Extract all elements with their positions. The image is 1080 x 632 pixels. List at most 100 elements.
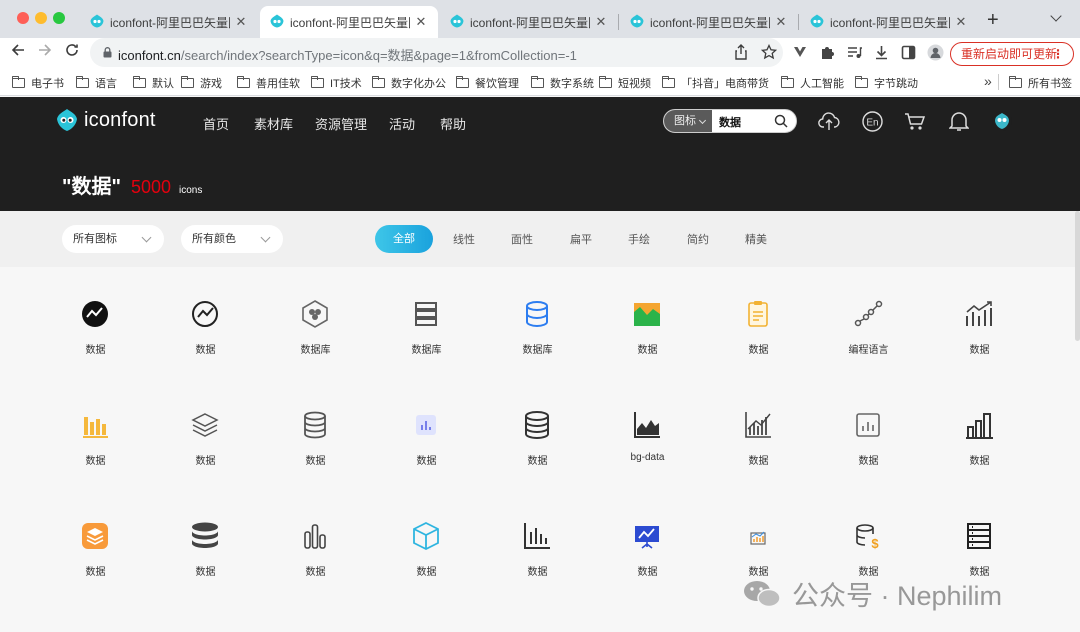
style-filter-chip[interactable]: 精美	[745, 231, 767, 247]
page-scrollbar[interactable]	[1075, 211, 1080, 341]
tab-2[interactable]: iconfont-阿里巴巴矢量图标库 ✕	[260, 6, 438, 38]
watermark: 公众号 · Nephilim	[742, 574, 1002, 613]
icon-card[interactable]: 数据	[371, 409, 482, 509]
icon-card[interactable]: 数据	[703, 409, 814, 509]
media-queue-icon[interactable]	[847, 46, 862, 59]
bookmark-folder[interactable]: 游戏	[181, 75, 222, 91]
icon-card[interactable]: 数据	[924, 409, 1035, 509]
style-filter-chip[interactable]: 线性	[453, 231, 475, 247]
side-panel-icon[interactable]	[901, 45, 916, 60]
style-filter-chip[interactable]: 面性	[511, 231, 533, 247]
icon-card[interactable]: 编程语言	[813, 298, 924, 398]
extensions-puzzle-icon[interactable]	[820, 45, 835, 60]
bookmark-star-icon[interactable]	[761, 44, 777, 60]
notification-bell-icon[interactable]	[949, 111, 969, 132]
list-table-icon	[967, 523, 991, 549]
nav-item[interactable]: 素材库	[254, 114, 293, 133]
search-icon[interactable]	[774, 114, 788, 128]
tab-close-icon[interactable]: ✕	[414, 14, 428, 30]
nav-item[interactable]: 活动	[389, 114, 415, 133]
minimize-window-button[interactable]	[35, 12, 47, 24]
bookmark-folder[interactable]: 电子书	[12, 75, 64, 91]
bookmark-folder[interactable]: 善用佳软	[237, 75, 300, 91]
wechat-icon	[744, 580, 781, 607]
address-bar[interactable]: iconfont.cn/search/index?searchType=icon…	[90, 38, 783, 67]
profile-avatar-icon[interactable]	[927, 44, 944, 61]
language-en-icon[interactable]: En	[862, 111, 883, 132]
style-filter-chip[interactable]: 全部	[375, 225, 433, 253]
icon-card[interactable]: 数据	[371, 520, 482, 620]
new-tab-button[interactable]: +	[987, 9, 999, 32]
tab-search-chevron-icon[interactable]	[1050, 10, 1062, 22]
color-dropdown[interactable]: 所有颜色	[181, 225, 283, 253]
close-window-button[interactable]	[17, 12, 29, 24]
icon-type-dropdown[interactable]: 所有图标	[62, 225, 164, 253]
bookmark-folder[interactable]: 餐饮管理	[456, 75, 519, 91]
tab-close-icon[interactable]: ✕	[954, 14, 968, 30]
nav-item[interactable]: 首页	[203, 114, 229, 133]
back-button[interactable]	[8, 43, 28, 63]
icon-card[interactable]: 数据	[482, 520, 593, 620]
tab-1[interactable]: iconfont-阿里巴巴矢量图标库 ✕	[80, 6, 258, 38]
download-icon[interactable]	[874, 45, 889, 60]
user-avatar-icon[interactable]	[991, 110, 1013, 132]
bookmark-folder[interactable]: 默认	[133, 75, 174, 91]
style-filter-chip[interactable]: 手绘	[628, 231, 650, 247]
extension-v-icon[interactable]	[793, 46, 807, 58]
all-bookmarks-folder[interactable]: 所有书签	[1009, 75, 1072, 91]
bookmark-folder[interactable]: 人工智能	[781, 75, 844, 91]
style-filter-chip[interactable]: 扁平	[570, 231, 592, 247]
bookmark-folder[interactable]: 「抖音」电商带货	[662, 75, 769, 91]
site-search[interactable]: 图标 数据	[663, 109, 797, 133]
bookmark-folder[interactable]: 数字化办公	[372, 75, 446, 91]
icon-card[interactable]: 数据	[703, 298, 814, 398]
nav-item[interactable]: 帮助	[440, 114, 466, 133]
folder-icon	[76, 76, 89, 88]
yellow-bars-icon	[83, 417, 108, 438]
bookmark-folder[interactable]: IT技术	[311, 75, 362, 91]
icon-card[interactable]: 数据库	[482, 298, 593, 398]
bookmark-folder[interactable]: 字节跳动	[855, 75, 918, 91]
reload-button[interactable]	[62, 43, 82, 63]
icon-card[interactable]: 数据库	[371, 298, 482, 398]
restart-to-update-button[interactable]: 重新启动即可更新 ⋮	[950, 42, 1074, 66]
cart-icon[interactable]	[904, 113, 926, 131]
tab-close-icon[interactable]: ✕	[594, 14, 608, 30]
bookmarks-overflow-button[interactable]: »	[984, 73, 992, 89]
tab-3[interactable]: iconfont-阿里巴巴矢量图标库 ✕	[440, 6, 618, 38]
icon-card[interactable]: bg-data	[592, 409, 703, 509]
icon-card[interactable]: 数据	[813, 409, 924, 509]
upload-cloud-icon[interactable]	[818, 111, 840, 131]
zoom-window-button[interactable]	[53, 12, 65, 24]
tab-close-icon[interactable]: ✕	[774, 14, 788, 30]
bookmark-folder[interactable]: 语言	[76, 75, 117, 91]
tab-5[interactable]: iconfont-阿里巴巴矢量图标库 ✕	[800, 6, 978, 38]
url-text: iconfont.cn/search/index?searchType=icon…	[118, 45, 577, 64]
icon-card[interactable]: 数据	[40, 409, 151, 509]
icon-card[interactable]: 数据	[592, 520, 703, 620]
icon-card[interactable]: 数据	[40, 520, 151, 620]
icon-card[interactable]: 数据	[150, 298, 261, 398]
tab-close-icon[interactable]: ✕	[234, 14, 248, 30]
icon-card[interactable]: 数据	[592, 298, 703, 398]
icon-card[interactable]: 数据	[150, 520, 261, 620]
icon-card[interactable]: 数据	[150, 409, 261, 509]
iconfont-favicon-icon	[450, 14, 464, 28]
bookmark-folder[interactable]: 数字系统	[531, 75, 594, 91]
nav-item[interactable]: 资源管理	[315, 114, 367, 133]
tab-4[interactable]: iconfont-阿里巴巴矢量图标库 ✕	[620, 6, 798, 38]
icon-card[interactable]: 数据	[924, 298, 1035, 398]
forward-button[interactable]	[35, 43, 55, 63]
search-input[interactable]: 数据	[719, 114, 741, 130]
lavender-chart-icon	[416, 415, 436, 435]
icon-card[interactable]: 数据库	[260, 298, 371, 398]
icon-card[interactable]: 数据	[260, 409, 371, 509]
iconfont-logo[interactable]: iconfont	[56, 108, 156, 132]
search-type-select[interactable]: 图标	[664, 110, 712, 132]
icon-card[interactable]: 数据	[260, 520, 371, 620]
icon-card[interactable]: 数据	[482, 409, 593, 509]
bookmark-folder[interactable]: 短视频	[599, 75, 651, 91]
share-icon[interactable]	[734, 44, 748, 60]
style-filter-chip[interactable]: 简约	[687, 231, 709, 247]
icon-card[interactable]: 数据	[40, 298, 151, 398]
